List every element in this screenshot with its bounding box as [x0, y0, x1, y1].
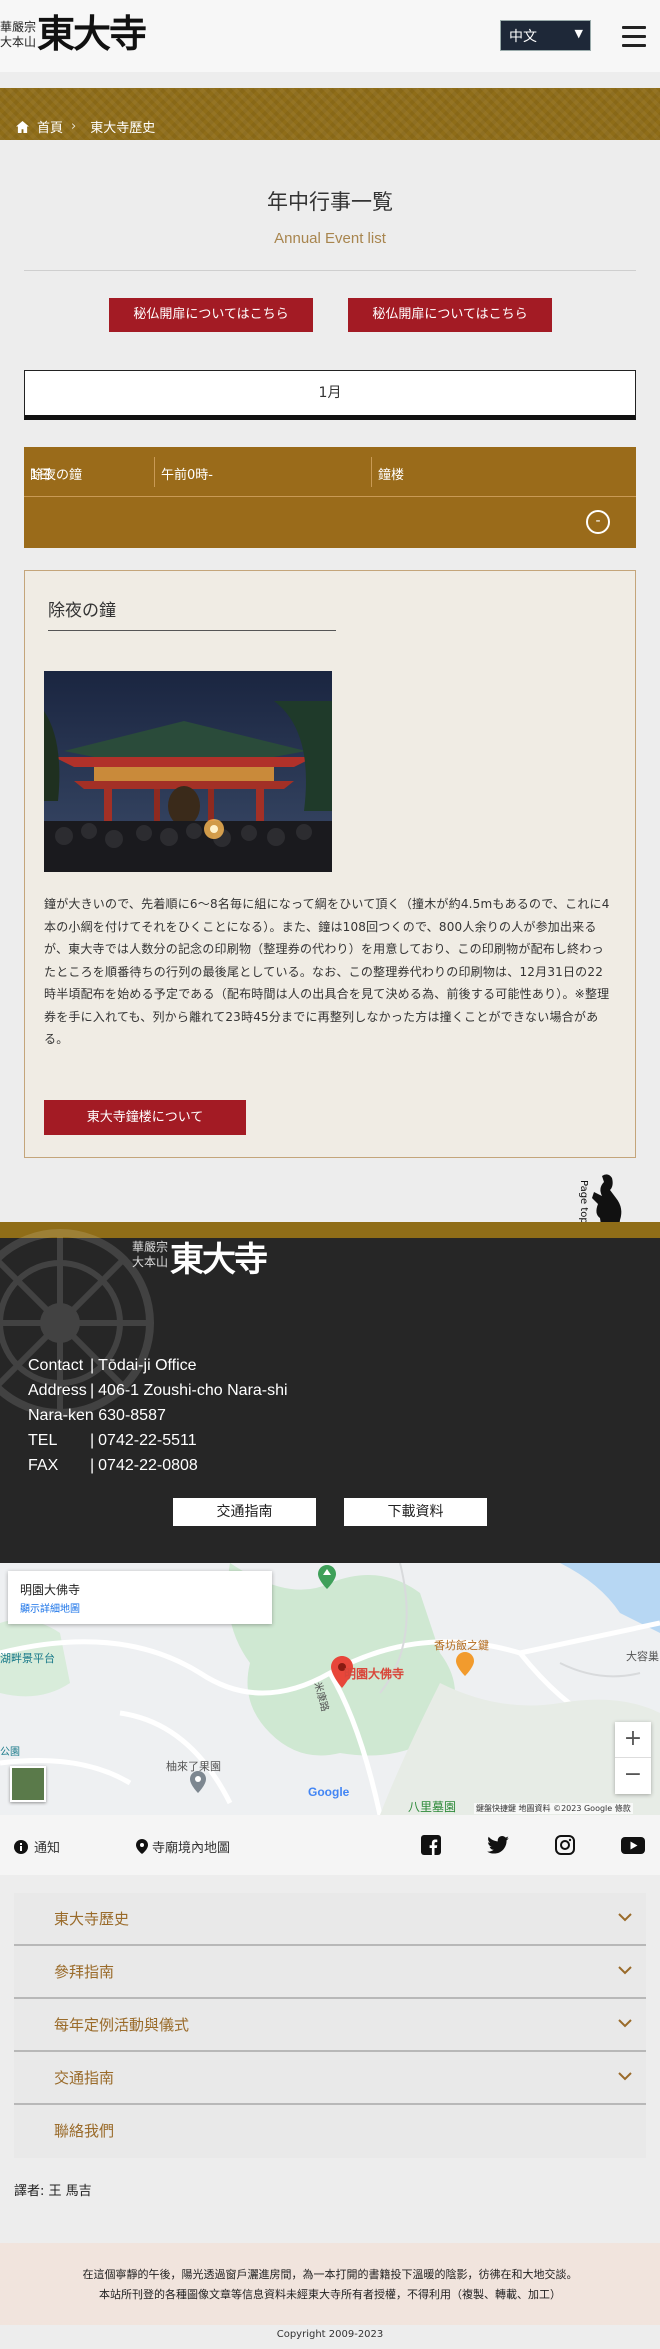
accordion-annual-events[interactable]: 每年定例活動與儀式: [14, 1999, 646, 2052]
contact-value: | Tōdai-ji Office: [90, 1357, 197, 1374]
logo-small-text: 華嚴宗大本山: [0, 20, 37, 49]
map-info-card: 明園大佛寺 顯示詳細地圖: [8, 1571, 272, 1624]
breadcrumb: 首頁 › 東大寺歷史: [16, 117, 155, 136]
location-icon: [136, 1839, 148, 1854]
footer-logo: 東大寺: [170, 1240, 268, 1280]
park-icon: [318, 1565, 336, 1593]
page-subtitle: Annual Event list: [274, 230, 386, 247]
divider: [24, 270, 636, 271]
restaurant-pin-icon: [456, 1652, 474, 1680]
chevron-down-icon: [618, 1913, 632, 1922]
map-label-6: 公園: [0, 1747, 20, 1758]
map-attribution[interactable]: 鍵盤快捷鍵 地圖資料 ©2023 Google 條款: [474, 1803, 633, 1814]
contact-value-text: Tōdai-ji Office: [98, 1357, 197, 1374]
contact-label: Contact: [28, 1357, 84, 1374]
accordion-access[interactable]: 交通指南: [14, 2052, 646, 2105]
satellite-toggle[interactable]: [10, 1766, 46, 1802]
map-label-4: 八里墓園: [408, 1800, 457, 1814]
accordion-label: 東大寺歷史: [54, 1910, 130, 1928]
event-place: 鐘楼: [378, 468, 405, 483]
event-row: 1日 午前0時- 鐘楼: [24, 447, 636, 497]
view-larger-map-link[interactable]: 顯示詳細地圖: [20, 1600, 80, 1615]
tel-value-text: 0742-22-5511: [98, 1432, 197, 1449]
accordion-label: 參拜指南: [54, 1963, 115, 1981]
temple-map-label: 寺廟境內地圖: [152, 1841, 231, 1856]
chevron-down-icon: [618, 2072, 632, 2081]
youtube-icon[interactable]: [621, 1837, 645, 1858]
info-icon: [14, 1839, 28, 1854]
map-label-1: 香坊飯之鍵: [434, 1639, 489, 1652]
event-name[interactable]: 除夜の鐘: [30, 464, 82, 483]
language-value: 中文: [509, 29, 537, 45]
download-button[interactable]: 下載資料: [344, 1498, 487, 1526]
notice-line-2: 本站所刊登的各種圖像文章等信息資料未經東大寺所有者授權，不得利用（複製、轉載、加…: [99, 2288, 561, 2301]
address-label: Address: [28, 1382, 87, 1399]
copyright: Copyright 2009-2023: [276, 2329, 384, 2340]
instagram-icon[interactable]: [555, 1835, 575, 1859]
accordion-label: 交通指南: [54, 2069, 115, 2087]
hidden-buddha-button-right[interactable]: 秘仏開扉についてはこちら: [348, 298, 552, 332]
map-place-name: 明園大佛寺: [20, 1583, 81, 1597]
accordion-contact[interactable]: 聯絡我們: [14, 2105, 646, 2158]
zoom-out-button[interactable]: −: [615, 1758, 651, 1794]
page-top-label[interactable]: Page top: [578, 1180, 589, 1224]
fax-label: FAX: [28, 1457, 59, 1474]
page-title: 年中行事一覧: [267, 190, 393, 214]
breadcrumb-separator-icon: ›: [71, 119, 77, 134]
zoom-controls: + −: [615, 1722, 651, 1794]
address-value: | 406-1 Zoushi-cho Nara-shi: [90, 1382, 288, 1399]
address-line-1: 406-1 Zoushi-cho Nara-shi: [98, 1382, 288, 1399]
event-table: 1日 午前0時- 鐘楼 除夜の鐘 -: [24, 447, 636, 548]
notice-line-1: 在這個寧靜的午後，陽光透過窗戶灑進房間，為一本打開的書籍投下溫暖的陰影，彷彿在和…: [82, 2268, 578, 2281]
site-logo[interactable]: 東大寺: [37, 10, 147, 58]
divider: [154, 457, 155, 487]
chevron-down-icon: [618, 1966, 632, 1975]
breadcrumb-home[interactable]: 首頁: [37, 117, 63, 136]
facebook-icon[interactable]: [421, 1835, 441, 1859]
footer-logo-small-text: 華嚴宗大本山: [132, 1240, 169, 1269]
copyright-notice: 在這個寧靜的午後，陽光透過窗戶灑進房間，為一本打開的書籍投下溫暖的陰影，彷彿在和…: [0, 2243, 660, 2325]
bell-tower-photo: [44, 671, 332, 872]
month-tab[interactable]: 1月: [24, 370, 636, 420]
breadcrumb-current: 東大寺歷史: [90, 121, 156, 136]
translator-credit: 譯者: 王 馬吉: [14, 2184, 92, 2199]
home-icon: [16, 120, 29, 133]
temple-map-link[interactable]: 寺廟境內地圖: [136, 1837, 230, 1856]
accordion-history[interactable]: 東大寺歷史: [14, 1893, 646, 1946]
divider: [48, 630, 336, 631]
hidden-buddha-button-left[interactable]: 秘仏開扉についてはこちら: [109, 298, 313, 332]
accordion-visit-guide[interactable]: 參拜指南: [14, 1946, 646, 1999]
chevron-down-icon: [618, 2019, 632, 2028]
bell-tower-link-button[interactable]: 東大寺鐘楼について: [44, 1100, 246, 1135]
language-select[interactable]: 中文 ▼: [500, 20, 591, 51]
google-logo: Google: [308, 1785, 350, 1799]
tel-label: TEL: [28, 1432, 58, 1449]
address-line-2: Nara-ken 630-8587: [28, 1407, 166, 1424]
zoom-in-button[interactable]: +: [615, 1722, 651, 1758]
chevron-down-icon: ▼: [574, 27, 583, 40]
location-pin-icon: [190, 1771, 206, 1797]
fax-value: | 0742-22-0808: [90, 1457, 198, 1474]
map-label-5: 大容巢: [626, 1650, 659, 1663]
accordion-label: 聯絡我們: [54, 2122, 115, 2140]
detail-title: 除夜の鐘: [48, 601, 116, 621]
event-time: 午前0時-: [161, 468, 213, 483]
twitter-icon[interactable]: [487, 1836, 509, 1858]
collapse-icon[interactable]: -: [586, 510, 610, 534]
map-pin-label: 明園大佛寺: [344, 1667, 405, 1681]
divider: [371, 457, 372, 487]
access-button[interactable]: 交通指南: [173, 1498, 316, 1526]
detail-paragraph: 鐘が大きいので、先着順に6～8名毎に組になって綱をひいて頂く（撞木が約4.5mも…: [44, 897, 610, 1046]
fax-value-text: 0742-22-0808: [98, 1457, 198, 1474]
notice-label: 通知: [34, 1841, 61, 1856]
menu-icon[interactable]: [622, 26, 646, 47]
accordion-label: 每年定例活動與儀式: [54, 2016, 190, 2034]
tel-value[interactable]: | 0742-22-5511: [90, 1428, 197, 1453]
map-label-2: 湖畔景平台: [0, 1652, 55, 1665]
notice-link[interactable]: 通知: [14, 1837, 60, 1856]
